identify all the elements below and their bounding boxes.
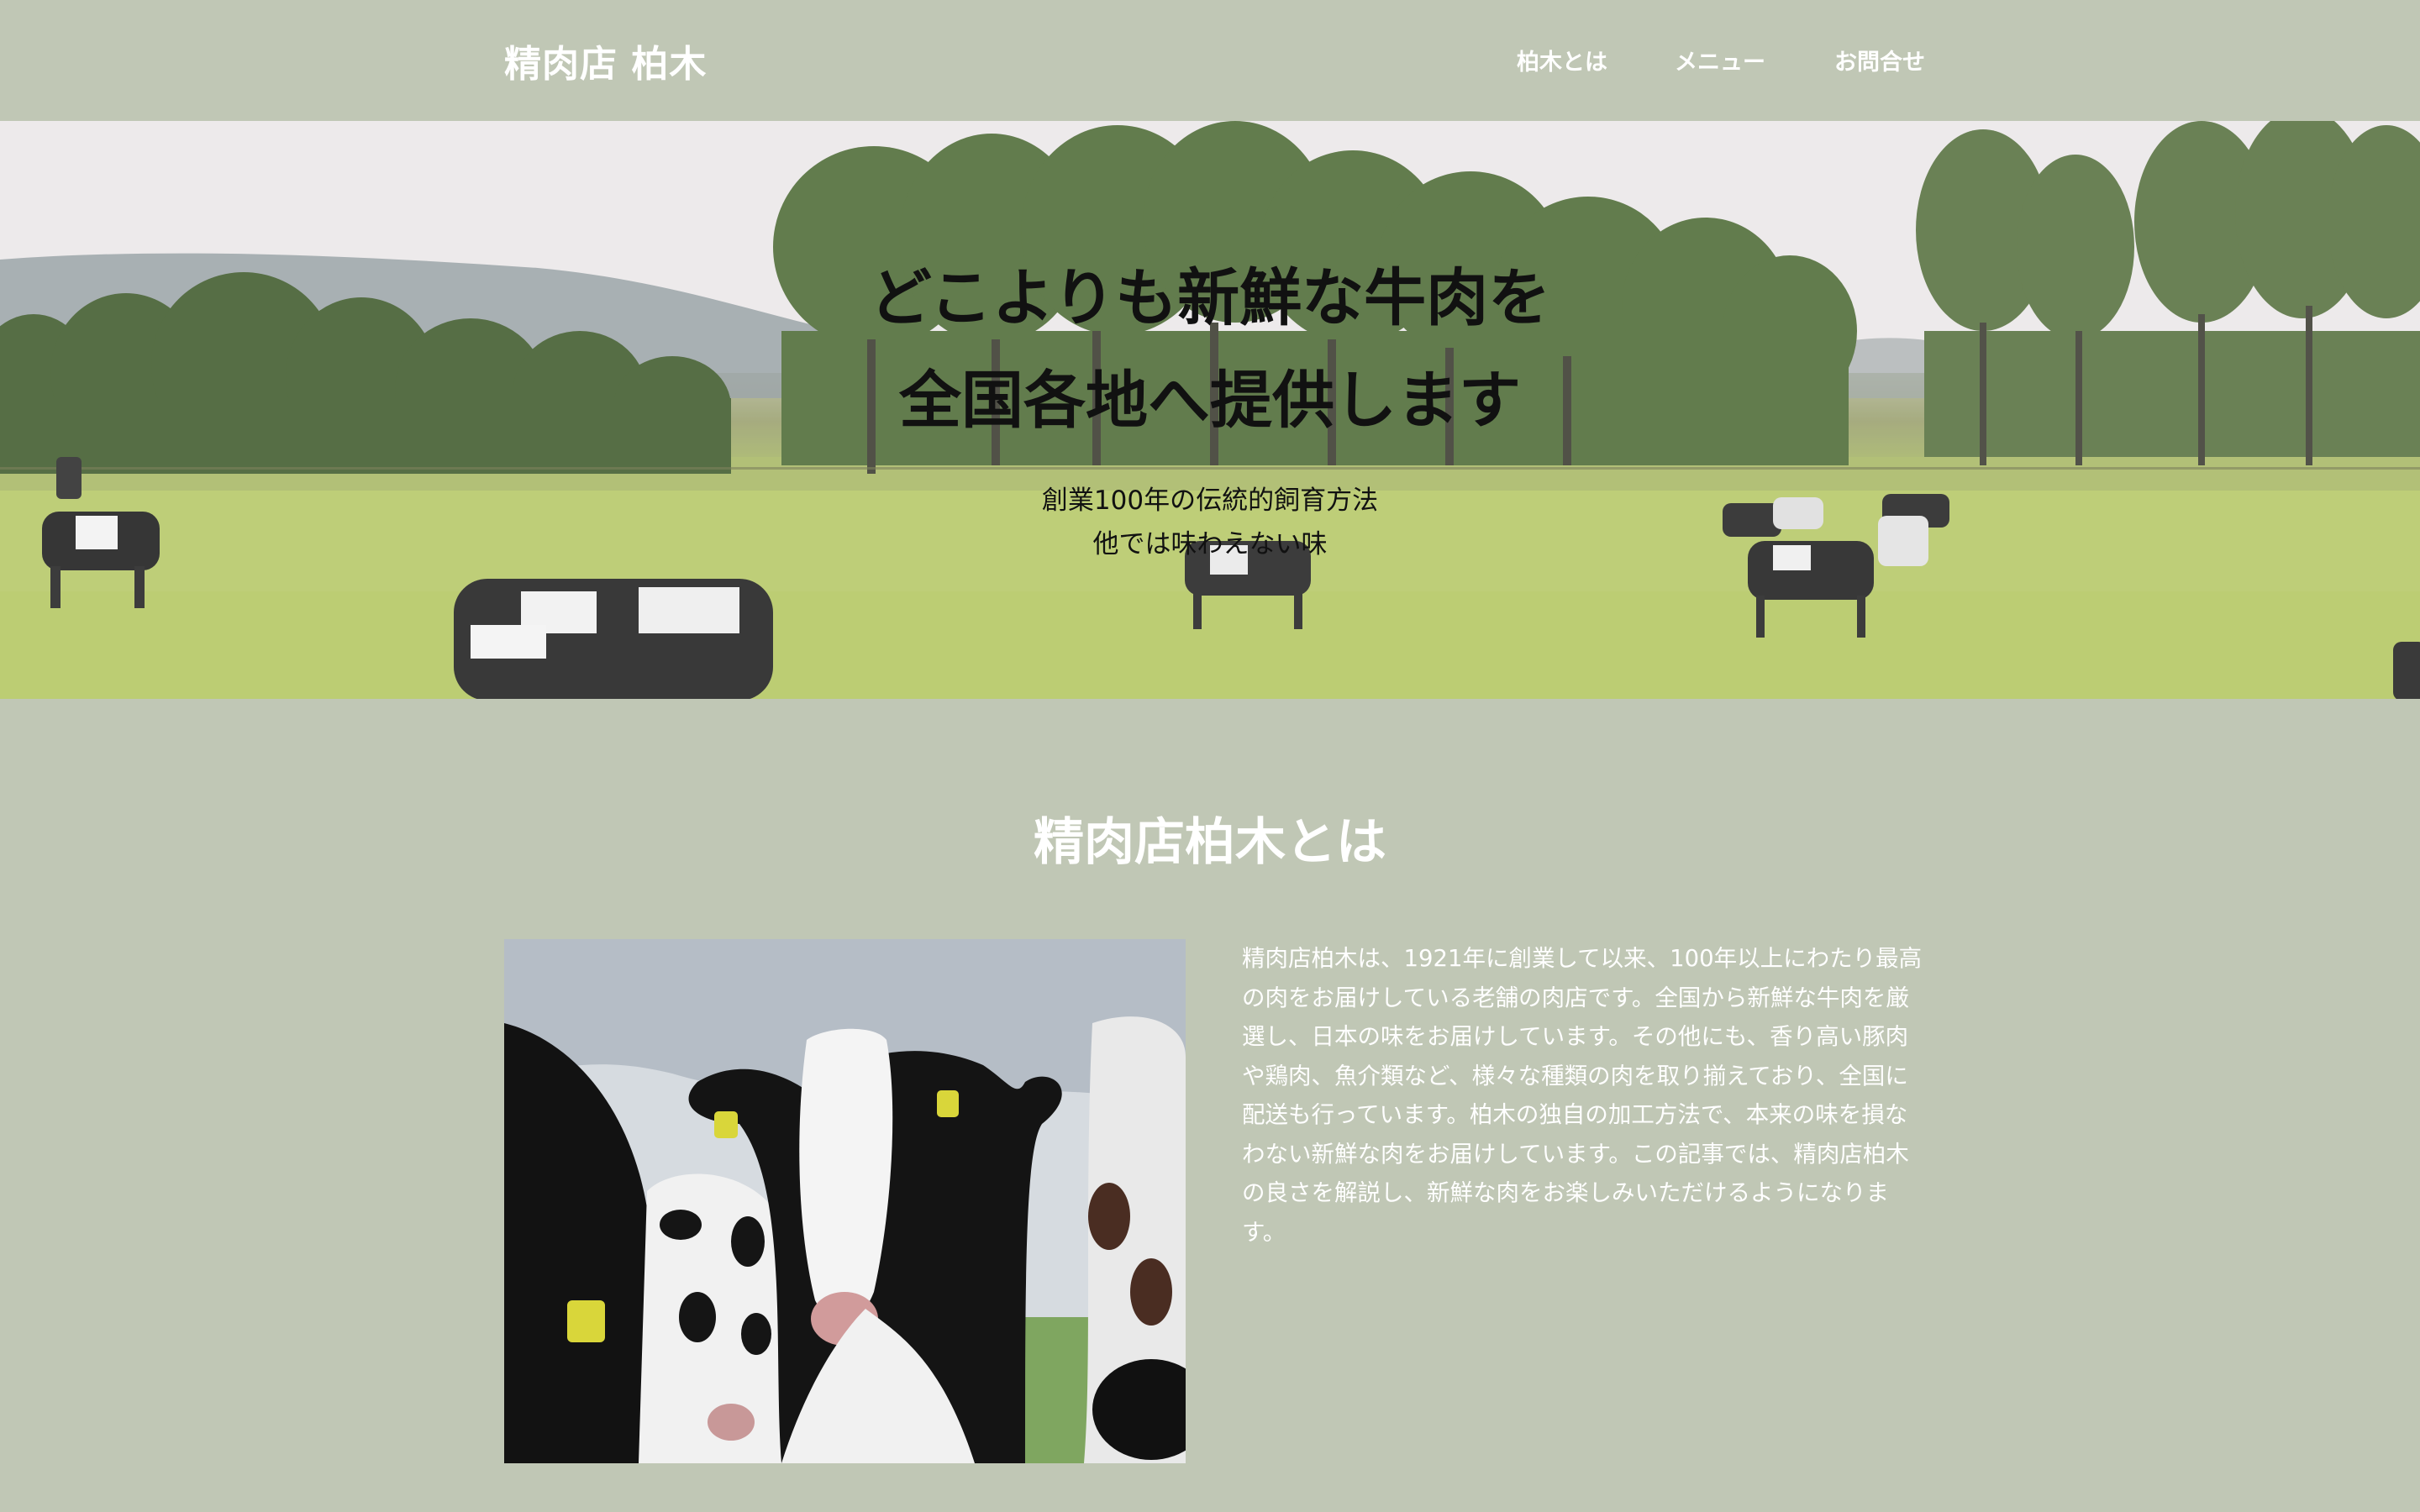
hero-title-line-2: 全国各地へ提供します [899,365,1521,437]
cows-photo-image [504,939,1186,1463]
about-description: 精肉店柏木は、1921年に創業して以来、100年以上にわたり最高の肉をお届けして… [1242,939,1924,1252]
site-logo[interactable]: 精肉店 柏木 [504,34,707,87]
nav-item-menu[interactable]: メニュー [1675,44,1765,76]
cows-photo [504,939,1186,1463]
nav-item-contact[interactable]: お問合せ [1834,44,1925,76]
about-section-heading: 精肉店柏木とは [1034,813,1386,872]
hero-subtitle-line-2: 他では味わえない味 [1092,529,1328,559]
nav-item-about[interactable]: 柏木とは [1517,44,1607,76]
hero-subtitle-line-1: 創業100年の伝統的飼育方法 [1041,486,1379,516]
site-header: 精肉店 柏木 柏木とは メニュー お問合せ [0,0,2420,121]
hero-title-line-1: どこよりも新鮮な牛肉を [869,262,1551,334]
hero-banner: どこよりも新鮮な牛肉を 全国各地へ提供します 創業100年の伝統的飼育方法 他で… [0,121,2420,699]
about-body-text: 精肉店柏木は、1921年に創業して以来、100年以上にわたり最高の肉をお届けして… [1242,945,1923,1246]
